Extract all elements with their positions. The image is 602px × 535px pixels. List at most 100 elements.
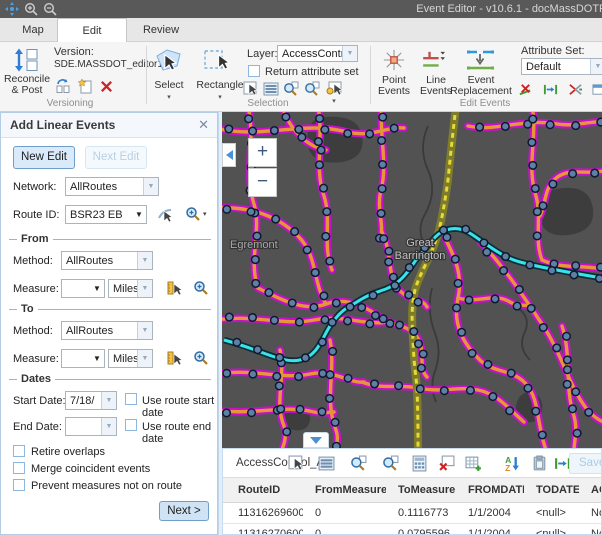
next-button[interactable]: Next > [159, 501, 209, 521]
selection-options-icon[interactable] [326, 81, 342, 97]
column-header[interactable]: RouteID [223, 478, 303, 502]
to-measure-pick-icon[interactable] [166, 350, 182, 366]
close-icon[interactable]: ✕ [198, 117, 209, 133]
zoom-in-icon[interactable] [24, 2, 38, 16]
start-date-combo[interactable]: 7/18/ ▼ [65, 391, 117, 410]
from-unit-caret[interactable]: ▼ [137, 280, 152, 297]
select-button[interactable]: Select [146, 80, 192, 91]
pan-to-selection-icon[interactable] [304, 81, 320, 97]
start-date-caret[interactable]: ▼ [101, 392, 116, 409]
end-date-combo[interactable]: ▼ [65, 417, 117, 436]
network-combo-caret[interactable]: ▼ [143, 178, 158, 195]
to-method-caret[interactable]: ▼ [137, 322, 152, 339]
rectangle-button[interactable]: Rectangle [192, 80, 248, 91]
from-measure-pick-icon[interactable] [166, 280, 182, 296]
from-method-caret[interactable]: ▼ [137, 252, 152, 269]
table-show-selected-icon[interactable] [318, 455, 335, 472]
from-method-combo[interactable]: AllRoutes ▼ [61, 251, 153, 270]
route-id-combo[interactable]: BSR23 EB ▼ [65, 205, 147, 224]
from-measure-caret[interactable]: ▼ [90, 284, 104, 293]
end-date-caret[interactable]: ▼ [101, 418, 116, 435]
select-icon[interactable] [155, 47, 182, 74]
column-header[interactable]: TODATE [524, 478, 579, 502]
new-version-icon[interactable] [78, 78, 94, 94]
dates-legend: Dates [17, 373, 55, 385]
pan-icon[interactable] [5, 2, 19, 16]
rectangle-select-icon[interactable] [203, 47, 233, 74]
to-unit-caret[interactable]: ▼ [137, 350, 152, 367]
attribute-set-caret[interactable]: ▼ [590, 59, 602, 74]
table-row[interactable]: 11316270600 0 0.0795596 1/1/2004 <null> … [223, 524, 601, 535]
tab-edit[interactable]: Edit [57, 18, 127, 43]
change-version-icon[interactable] [55, 78, 71, 94]
merge-events-icon[interactable] [568, 82, 584, 98]
from-unit-combo[interactable]: Miles ▼ [108, 279, 153, 298]
zoom-to-selection-icon[interactable] [283, 81, 299, 97]
layer-combo[interactable]: AccessControl_A ▼ [277, 45, 358, 62]
use-end-date-checkbox[interactable] [125, 419, 137, 431]
tab-review[interactable]: Review [133, 18, 189, 42]
table-select-icon[interactable] [288, 455, 305, 472]
to-unit-combo[interactable]: Miles ▼ [108, 349, 153, 368]
table-pan-selected-icon[interactable] [382, 455, 399, 472]
select-dropdown-caret[interactable]: ▾ [146, 92, 192, 103]
measure-event-icon[interactable] [543, 82, 559, 98]
point-events-icon[interactable] [383, 49, 405, 71]
to-measure-caret[interactable]: ▼ [90, 354, 104, 363]
route-zoom-caret[interactable]: ▾ [203, 210, 207, 218]
event-replacement-button[interactable]: Event Replacement [448, 75, 514, 97]
reconcile-post-button[interactable]: Reconcile & Post [2, 74, 52, 96]
attribute-set-combo[interactable]: Default ▼ [521, 58, 602, 75]
to-method-combo[interactable]: AllRoutes ▼ [61, 321, 153, 340]
retire-overlaps-checkbox[interactable] [13, 445, 25, 457]
column-header[interactable]: ToMeasure [386, 478, 456, 502]
select-features-icon[interactable] [243, 81, 259, 97]
network-combo[interactable]: AllRoutes ▼ [65, 177, 159, 196]
split-event-icon[interactable] [518, 82, 534, 98]
merge-coincident-option: Merge coincident events [13, 462, 150, 475]
event-panel-icon[interactable] [592, 82, 602, 98]
tab-map[interactable]: Map [10, 18, 56, 42]
column-header[interactable]: ACCESSCONTROL [579, 478, 601, 502]
zoom-out-icon[interactable] [43, 2, 57, 16]
table-zoom-selected-icon[interactable] [350, 455, 367, 472]
table-sort-icon[interactable] [504, 455, 521, 472]
route-id-caret[interactable]: ▼ [132, 210, 146, 219]
merge-coincident-checkbox[interactable] [13, 462, 25, 474]
map-zoom-in-button[interactable]: + [248, 138, 277, 167]
ribbon-tabbar: Map Edit Review [0, 18, 602, 42]
column-header[interactable]: FromMeasure [303, 478, 386, 502]
show-attributes-icon[interactable] [263, 81, 279, 97]
select-route-icon[interactable] [157, 206, 173, 222]
delete-version-icon[interactable] [99, 79, 115, 95]
save-button[interactable]: Save [569, 453, 602, 474]
table-clear-selection-icon[interactable] [438, 455, 455, 472]
collapse-table-button[interactable] [303, 432, 329, 448]
map-canvas[interactable]: Egremont Great Barrington [222, 112, 602, 448]
table-add-records-icon[interactable] [465, 455, 482, 472]
from-measure-combo[interactable]: ▼ [61, 279, 105, 298]
point-events-button[interactable]: Point Events [374, 75, 414, 97]
map-zoom-out-button[interactable]: − [248, 168, 277, 197]
table-calculate-icon[interactable] [411, 455, 428, 472]
prevent-measures-checkbox[interactable] [13, 479, 25, 491]
next-edit-button[interactable]: Next Edit [85, 146, 147, 169]
layer-combo-caret[interactable]: ▼ [342, 46, 357, 61]
from-zoom-icon[interactable] [193, 280, 209, 296]
reconcile-post-icon[interactable] [14, 47, 40, 73]
line-events-icon[interactable] [421, 50, 449, 70]
from-method-label: Method: [13, 255, 53, 267]
return-attribute-checkbox[interactable] [248, 65, 260, 77]
use-start-date-checkbox[interactable] [125, 393, 137, 405]
to-measure-combo[interactable]: ▼ [61, 349, 105, 368]
table-paste-icon[interactable] [531, 455, 548, 472]
column-header[interactable]: FROMDATE [456, 478, 524, 502]
collapse-panel-button[interactable] [222, 143, 236, 167]
event-replacement-icon[interactable] [466, 48, 496, 72]
table-row[interactable]: 11316269600 0 0.1116773 1/1/2004 <null> … [223, 503, 601, 524]
new-edit-button[interactable]: New Edit [13, 146, 75, 169]
route-zoom-icon[interactable] [185, 206, 201, 222]
to-zoom-icon[interactable] [193, 350, 209, 366]
map-view[interactable]: Egremont Great Barrington + − [222, 112, 602, 448]
selection-options-caret[interactable]: ▾ [326, 96, 342, 107]
